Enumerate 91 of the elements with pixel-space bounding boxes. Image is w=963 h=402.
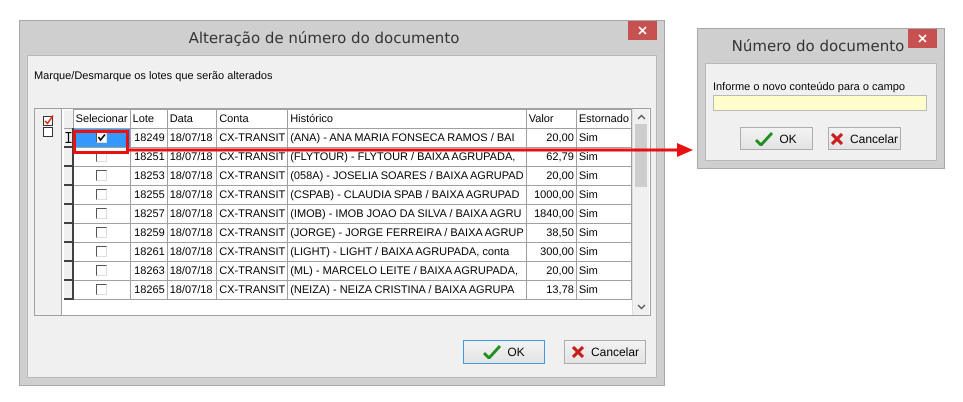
- table-cell: 1000,00: [526, 185, 576, 204]
- table-cell: 18/07/18: [167, 185, 217, 204]
- table-cell: 18/07/18: [167, 147, 217, 166]
- checkbox[interactable]: [96, 132, 108, 144]
- column-header[interactable]: Data: [167, 110, 217, 128]
- column-header[interactable]: Valor: [526, 110, 576, 128]
- row-header[interactable]: [64, 280, 74, 299]
- close-icon: [638, 26, 647, 35]
- table-cell: 18261: [130, 242, 168, 261]
- table-cell: 18251: [130, 147, 168, 166]
- row-header[interactable]: [64, 166, 74, 185]
- table-cell: (LIGHT) - LIGHT / BAIXA AGRUPADA, conta: [288, 242, 526, 261]
- table-cell: CX-TRANSIT: [216, 166, 288, 185]
- ok-button[interactable]: OK: [463, 340, 545, 364]
- table-cell: (NEIZA) - NEIZA CRISTINA / BAIXA AGRUPA: [288, 280, 526, 299]
- close-button[interactable]: [908, 29, 937, 48]
- column-header[interactable]: Histórico: [288, 110, 526, 128]
- window-title: Número do documento: [730, 37, 906, 55]
- row-header[interactable]: [64, 223, 74, 242]
- table-cell: 18263: [130, 261, 168, 280]
- close-button[interactable]: [628, 21, 657, 40]
- table-cell: 18/07/18: [167, 261, 217, 280]
- checkbox[interactable]: [96, 189, 108, 200]
- table-cell: 20,00: [526, 166, 576, 185]
- table-cell: (ML) - MARCELO LEITE / BAIXA AGRUPADA,: [288, 261, 526, 280]
- table-cell: 20,00: [526, 261, 576, 280]
- row-header[interactable]: [64, 242, 74, 261]
- table-cell: 13,78: [526, 280, 576, 299]
- table-cell: CX-TRANSIT: [216, 147, 288, 166]
- checkbox[interactable]: [96, 227, 108, 238]
- checkbox[interactable]: [96, 208, 108, 220]
- table-cell: CX-TRANSIT: [216, 261, 288, 280]
- table-cell: CX-TRANSIT: [216, 280, 288, 299]
- row-header[interactable]: [64, 128, 74, 147]
- window-title: Alteração de número do documento: [188, 29, 460, 47]
- table-cell: (058A) - JOSELIA SOARES / BAIXA AGRUPAD: [288, 166, 526, 185]
- table-cell: (ANA) - ANA MARIA FONSECA RAMOS / BAI: [288, 128, 526, 147]
- table-cell: 18/07/18: [167, 128, 217, 147]
- scrollbar-thumb[interactable]: [635, 124, 647, 187]
- row-header[interactable]: [64, 204, 74, 223]
- table-cell: 1840,00: [526, 204, 576, 223]
- table-cell: 18/07/18: [167, 223, 217, 242]
- table-cell: (CSPAB) - CLAUDIA SPAB / BAIXA AGRUPAD: [288, 185, 526, 204]
- checkmark-icon: [483, 345, 502, 359]
- table-cell: CX-TRANSIT: [216, 128, 288, 147]
- table-cell: 20,00: [526, 128, 576, 147]
- table-cell: 18249: [130, 128, 168, 147]
- checkbox[interactable]: [96, 265, 108, 276]
- cancel-button[interactable]: Cancelar: [828, 127, 900, 150]
- cancel-button[interactable]: Cancelar: [564, 340, 646, 364]
- checkbox[interactable]: [96, 246, 108, 258]
- table-cell: (IMOB) - IMOB JOAO DA SILVA / BAIXA AGRU: [288, 204, 526, 223]
- column-header[interactable]: Conta: [216, 110, 288, 128]
- row-header[interactable]: [64, 185, 74, 204]
- instruction-text: Marque/Desmarque os lotes que serão alterados: [34, 70, 274, 82]
- scroll-up-icon[interactable]: [636, 113, 646, 121]
- row-header[interactable]: [64, 261, 74, 280]
- table-cell: 18/07/18: [167, 166, 217, 185]
- prompt-label: Informe o novo conteúdo para o campo: [713, 81, 906, 93]
- table-cell: 18255: [130, 185, 168, 204]
- table-cell: 62,79: [526, 147, 576, 166]
- table-cell: 300,00: [526, 242, 576, 261]
- input-field[interactable]: [713, 95, 927, 111]
- close-icon: [570, 345, 585, 359]
- table-cell: 18/07/18: [167, 242, 217, 261]
- table-cell: 18259: [130, 223, 168, 242]
- table-cell: 18257: [130, 204, 168, 223]
- table-cell: CX-TRANSIT: [216, 185, 288, 204]
- table-cell: 18253: [130, 166, 168, 185]
- table-cell: 18/07/18: [167, 280, 217, 299]
- table-cell: 38,50: [526, 223, 576, 242]
- check-all-icon[interactable]: [42, 115, 54, 126]
- column-header[interactable]: Lote: [130, 110, 168, 128]
- table-cell: (JORGE) - JORGE FERREIRA / BAIXA AGRUP: [288, 223, 526, 242]
- checkbox[interactable]: [96, 284, 108, 296]
- close-icon: [918, 34, 927, 43]
- table-cell: 18/07/18: [167, 204, 217, 223]
- scroll-down-icon[interactable]: [636, 303, 646, 311]
- table-cell: CX-TRANSIT: [216, 223, 288, 242]
- table-cell: CX-TRANSIT: [216, 204, 288, 223]
- table-cell: 18265: [130, 280, 168, 299]
- highlight-frame: [73, 130, 129, 154]
- row-header[interactable]: [64, 147, 74, 166]
- checkmark-icon: [755, 132, 774, 146]
- ok-button[interactable]: OK: [740, 127, 812, 150]
- table-cell: (FLYTOUR) - FLYTOUR / BAIXA AGRUPADA,: [288, 147, 526, 166]
- uncheck-all-icon[interactable]: [42, 127, 54, 138]
- table-cell: CX-TRANSIT: [216, 242, 288, 261]
- column-header[interactable]: Estornado: [576, 110, 632, 128]
- checkbox[interactable]: [96, 170, 108, 182]
- close-icon: [830, 132, 844, 146]
